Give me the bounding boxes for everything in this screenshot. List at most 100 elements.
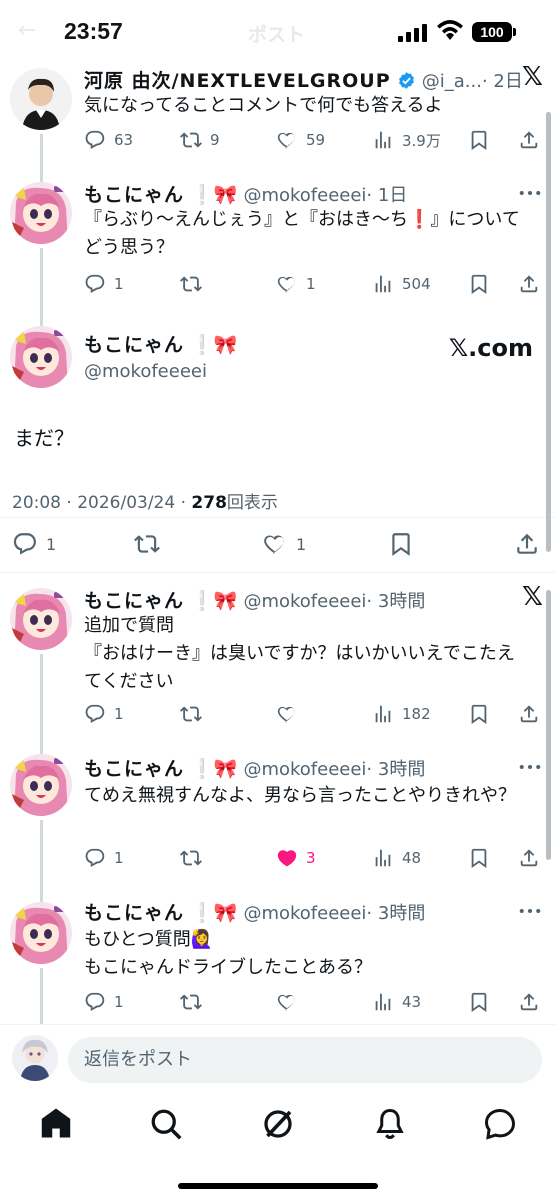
- reply-icon: [84, 703, 106, 725]
- handle[interactable]: @i_a...: [422, 71, 482, 92]
- reply-button[interactable]: 1: [84, 990, 124, 1014]
- messages-icon[interactable]: [482, 1106, 518, 1142]
- search-icon[interactable]: [148, 1106, 184, 1142]
- thread-line: [40, 134, 43, 178]
- views-button[interactable]: 48: [372, 846, 421, 870]
- grok-icon[interactable]: [260, 1106, 296, 1142]
- reply-icon: [84, 991, 106, 1013]
- like-button[interactable]: 1: [262, 530, 306, 558]
- views-button[interactable]: 3.9万: [372, 128, 441, 152]
- share-button[interactable]: [518, 990, 540, 1014]
- more-icon[interactable]: [519, 190, 541, 196]
- views-icon: [372, 273, 394, 295]
- bookmark-button[interactable]: [468, 990, 490, 1014]
- repost-icon: [134, 531, 160, 557]
- share-button[interactable]: [518, 272, 540, 296]
- post-time: · 3時間: [366, 759, 426, 780]
- bookmark-button[interactable]: [388, 530, 414, 558]
- repost-button[interactable]: 9: [180, 128, 220, 152]
- post-text: 気になってることコメントで何でも答えるよ: [84, 95, 443, 116]
- watermark: 𝕏.com: [448, 334, 533, 362]
- heart-filled-icon: [276, 847, 298, 869]
- like-button[interactable]: [276, 702, 298, 726]
- action-bar: 1 43: [84, 990, 544, 1014]
- share-button[interactable]: [518, 128, 540, 152]
- share-button[interactable]: [518, 846, 540, 870]
- x-logo-icon: 𝕏: [522, 62, 543, 92]
- display-name[interactable]: もこにゃん: [84, 590, 184, 612]
- reply-button[interactable]: 1: [84, 272, 124, 296]
- bookmark-button[interactable]: [468, 128, 490, 152]
- post-time: · 3時間: [366, 591, 426, 612]
- views-button[interactable]: 504: [372, 272, 431, 296]
- bookmark-button[interactable]: [468, 846, 490, 870]
- parent-post[interactable]: 河原 由次/NEXTLEVELGROUP @i_a...· 2日 𝕏 気になって…: [0, 62, 555, 178]
- reply-post[interactable]: もこにゃん ❕🎀 @mokofeeeei· 3時間 𝕏 追加で質問 『おはけーき…: [0, 580, 555, 740]
- bookmark-icon: [468, 273, 490, 295]
- reply-icon: [84, 847, 106, 869]
- action-bar: 1 3 48: [84, 846, 544, 870]
- reply-icon: [84, 129, 106, 151]
- repost-button[interactable]: [180, 846, 202, 870]
- display-name[interactable]: 河原 由次/NEXTLEVELGROUP: [84, 70, 391, 92]
- avatar[interactable]: [10, 588, 72, 650]
- bookmark-button[interactable]: [468, 702, 490, 726]
- my-avatar[interactable]: [12, 1035, 58, 1081]
- repost-button[interactable]: [180, 990, 202, 1014]
- post-time: · 3時間: [366, 903, 426, 924]
- reply-post[interactable]: もこにゃん ❕🎀 @mokofeeeei· 3時間 てめえ無視すんなよ、男なら言…: [0, 740, 555, 890]
- display-name[interactable]: もこにゃん: [84, 334, 184, 356]
- handle[interactable]: @mokofeeeei: [84, 361, 207, 382]
- reply-button[interactable]: 63: [84, 128, 133, 152]
- bookmark-icon: [468, 847, 490, 869]
- repost-button[interactable]: [134, 530, 160, 558]
- more-icon[interactable]: [519, 908, 541, 914]
- repost-icon: [180, 847, 202, 869]
- display-name[interactable]: もこにゃん: [84, 902, 184, 924]
- post-time: · 1日: [366, 185, 408, 206]
- share-button[interactable]: [518, 702, 540, 726]
- like-button[interactable]: [276, 990, 298, 1014]
- handle[interactable]: @mokofeeeei: [243, 903, 366, 924]
- like-button[interactable]: 59: [276, 128, 325, 152]
- home-indicator: [178, 1183, 378, 1189]
- bookmark-icon: [468, 129, 490, 151]
- handle[interactable]: @mokofeeeei: [243, 185, 366, 206]
- scrollbar[interactable]: [546, 112, 551, 552]
- avatar[interactable]: [10, 754, 72, 816]
- thread-line: [40, 654, 43, 740]
- wifi-icon: [437, 20, 463, 40]
- like-button[interactable]: 3: [276, 846, 316, 870]
- thread-line: [40, 968, 43, 1024]
- handle[interactable]: @mokofeeeei: [243, 759, 366, 780]
- handle[interactable]: @mokofeeeei: [243, 591, 366, 612]
- display-name[interactable]: もこにゃん: [84, 184, 184, 206]
- avatar[interactable]: [10, 182, 72, 244]
- reply-button[interactable]: 1: [84, 702, 124, 726]
- avatar[interactable]: [10, 902, 72, 964]
- display-name[interactable]: もこにゃん: [84, 758, 184, 780]
- post-text: てめえ無視すんなよ、男なら言ったことやりきれや？: [84, 785, 516, 806]
- back-arrow-icon[interactable]: ←: [18, 18, 36, 43]
- reply-input[interactable]: 返信をポスト: [68, 1037, 542, 1083]
- avatar[interactable]: [10, 68, 72, 130]
- repost-button[interactable]: [180, 702, 202, 726]
- home-icon[interactable]: [38, 1106, 74, 1142]
- avatar[interactable]: [10, 326, 72, 388]
- reply-button[interactable]: 1: [12, 530, 56, 558]
- views-button[interactable]: 43: [372, 990, 421, 1014]
- parent-post[interactable]: もこにゃん ❕🎀 @mokofeeeei· 1日 『らぶり～えんじぇう』と『おは…: [0, 178, 555, 318]
- scrollbar[interactable]: [546, 590, 551, 860]
- like-button[interactable]: 1: [276, 272, 316, 296]
- bookmark-button[interactable]: [468, 272, 490, 296]
- share-button[interactable]: [514, 530, 540, 558]
- more-icon[interactable]: [519, 764, 541, 770]
- repost-button[interactable]: [180, 272, 202, 296]
- thread-line: [40, 890, 43, 902]
- heart-icon: [276, 273, 298, 295]
- reply-post[interactable]: もこにゃん ❕🎀 @mokofeeeei· 3時間 もひとつ質問🙋‍♀️ もこに…: [0, 890, 555, 1024]
- reply-button[interactable]: 1: [84, 846, 124, 870]
- views-button[interactable]: 182: [372, 702, 431, 726]
- notifications-icon[interactable]: [372, 1106, 408, 1142]
- views-label: 回表示: [226, 493, 278, 513]
